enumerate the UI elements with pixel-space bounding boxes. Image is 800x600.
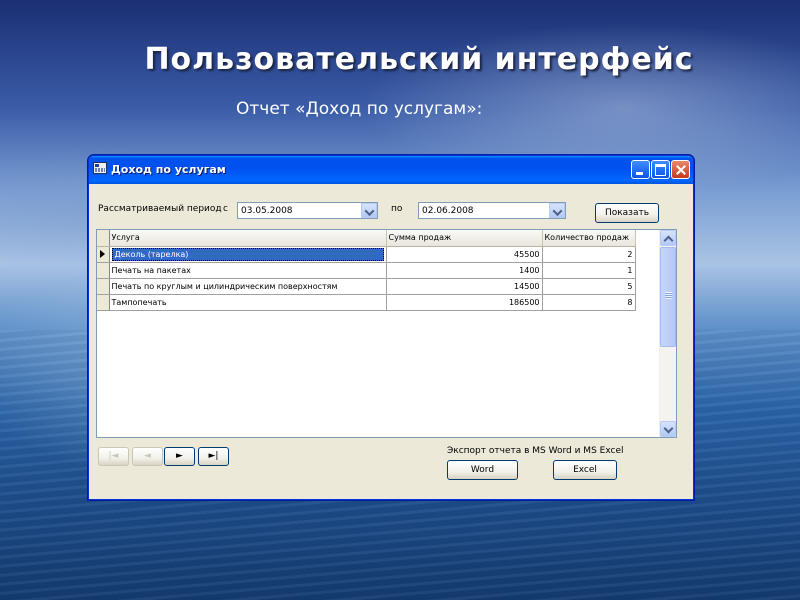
minimize-button[interactable] (631, 160, 650, 179)
cell-service[interactable]: Печать по круглым и цилиндрическим повер… (109, 278, 387, 295)
first-record-button[interactable]: |◄ (98, 447, 129, 466)
window-titlebar[interactable]: Доход по услугам (89, 156, 693, 184)
export-word-button[interactable]: Word (447, 460, 518, 480)
column-header-sum[interactable]: Сумма продаж (386, 230, 543, 247)
cell-service[interactable]: Тампопечать (109, 294, 387, 311)
slide-subtitle: Отчет «Доход по услугам»: (236, 99, 483, 119)
row-indicator (97, 246, 110, 263)
table-row[interactable]: Деколь (тарелка) 45500 2 (97, 246, 636, 263)
report-grid[interactable]: Услуга Сумма продаж Количество продаж Де… (96, 229, 677, 438)
table-row[interactable]: Тампопечать 186500 8 (97, 294, 636, 311)
cell-sum[interactable]: 14500 (386, 278, 543, 295)
column-header-service[interactable]: Услуга (109, 230, 387, 247)
cell-count[interactable]: 5 (542, 278, 636, 295)
date-to-combobox[interactable]: 02.06.2008 (418, 202, 566, 219)
maximize-button[interactable] (651, 160, 670, 179)
cell-sum[interactable]: 45500 (386, 246, 543, 263)
to-label: по (391, 204, 403, 214)
cell-service[interactable]: Печать на пакетах (109, 262, 387, 279)
scroll-down-icon[interactable] (660, 421, 676, 437)
last-record-button[interactable]: ►| (198, 447, 229, 466)
report-table: Услуга Сумма продаж Количество продаж Де… (97, 230, 636, 311)
date-from-value: 03.05.2008 (241, 206, 293, 216)
current-row-pointer-icon (100, 250, 105, 258)
next-record-button[interactable]: ► (164, 447, 195, 466)
slide-title: Пользовательский интерфейс (144, 42, 694, 77)
window-title: Доход по услугам (111, 163, 226, 176)
cell-count[interactable]: 2 (542, 246, 636, 263)
date-from-dropdown-icon[interactable] (361, 203, 377, 218)
cell-service-text: Деколь (тарелка) (111, 247, 384, 261)
period-label: Рассматриваемый период (98, 204, 222, 214)
date-from-combobox[interactable]: 03.05.2008 (237, 202, 378, 219)
row-indicator (97, 262, 110, 279)
cell-service[interactable]: Деколь (тарелка) (109, 246, 387, 263)
close-button[interactable] (671, 160, 690, 179)
row-indicator-header (97, 230, 110, 247)
column-header-count[interactable]: Количество продаж (542, 230, 636, 247)
previous-record-button[interactable]: ◄ (132, 447, 163, 466)
export-label: Экспорт отчета в MS Word и MS Excel (447, 446, 624, 456)
form-icon (93, 162, 107, 174)
table-row[interactable]: Печать по круглым и цилиндрическим повер… (97, 278, 636, 295)
from-label: с (223, 204, 228, 214)
export-excel-button[interactable]: Excel (553, 460, 617, 480)
cell-count[interactable]: 8 (542, 294, 636, 311)
table-header-row: Услуга Сумма продаж Количество продаж (97, 230, 636, 247)
date-to-value: 02.06.2008 (422, 206, 474, 216)
cell-sum[interactable]: 186500 (386, 294, 543, 311)
cell-sum[interactable]: 1400 (386, 262, 543, 279)
scroll-thumb[interactable] (660, 247, 676, 347)
date-to-dropdown-icon[interactable] (549, 203, 565, 218)
scroll-up-icon[interactable] (660, 230, 676, 246)
table-row[interactable]: Печать на пакетах 1400 1 (97, 262, 636, 279)
row-indicator (97, 278, 110, 295)
report-window: Доход по услугам Рассматриваемый период … (88, 155, 694, 500)
vertical-scrollbar[interactable] (659, 230, 676, 437)
show-button[interactable]: Показать (595, 203, 659, 223)
cell-count[interactable]: 1 (542, 262, 636, 279)
row-indicator (97, 294, 110, 311)
